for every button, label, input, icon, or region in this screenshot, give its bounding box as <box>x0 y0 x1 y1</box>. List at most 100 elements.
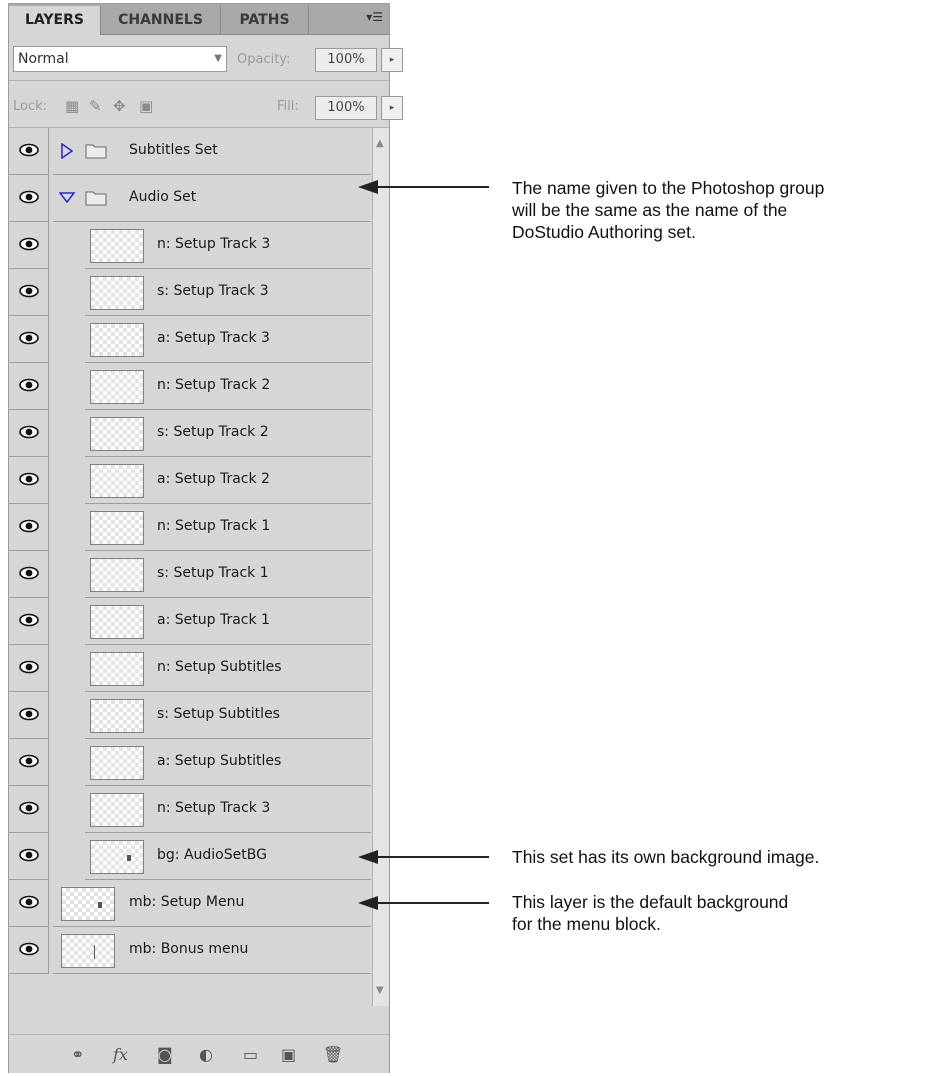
layer-content[interactable]: a: Setup Track 2 <box>85 457 371 504</box>
visibility-toggle[interactable] <box>9 363 49 410</box>
layer-group-row[interactable]: Audio Set <box>9 175 371 222</box>
new-group-icon[interactable]: ▭ <box>243 1045 258 1064</box>
layer-name: mb: Bonus menu <box>129 941 249 957</box>
layer-content[interactable]: a: Setup Track 1 <box>85 598 371 645</box>
layer-content[interactable]: a: Setup Subtitles <box>85 739 371 786</box>
layer-row[interactable]: n: Setup Subtitles <box>9 645 371 692</box>
layer-group-row[interactable]: Subtitles Set <box>9 128 371 175</box>
layer-thumbnail <box>90 229 144 263</box>
scroll-down-icon[interactable]: ▼ <box>376 985 384 996</box>
layer-name: n: Setup Track 1 <box>157 518 271 534</box>
layer-content[interactable]: s: Setup Track 3 <box>85 269 371 316</box>
tab-paths[interactable]: PATHS <box>221 6 309 34</box>
panel-menu-icon[interactable]: ▾☰ <box>366 10 383 24</box>
layer-content[interactable]: s: Setup Track 1 <box>85 551 371 598</box>
layer-row[interactable]: bg: AudioSetBG <box>9 833 371 880</box>
mask-icon[interactable]: ◙ <box>157 1045 173 1064</box>
visibility-toggle[interactable] <box>9 316 49 363</box>
visibility-toggle[interactable] <box>9 504 49 551</box>
chevron-down-icon: ▼ <box>214 53 222 64</box>
layer-row[interactable]: mb: Setup Menu <box>9 880 371 927</box>
layer-name: a: Setup Track 3 <box>157 330 270 346</box>
layer-content[interactable]: Subtitles Set <box>53 128 371 175</box>
annotation-line: The name given to the Photoshop group <box>512 178 825 198</box>
layer-content[interactable]: n: Setup Track 3 <box>85 786 371 833</box>
layer-row[interactable]: a: Setup Track 3 <box>9 316 371 363</box>
layer-content[interactable]: mb: Setup Menu <box>53 880 371 927</box>
arrow-head <box>358 180 378 194</box>
layers-panel: LAYERS CHANNELS PATHS ▾☰ Normal ▼ Opacit… <box>8 3 403 1073</box>
tab-channels[interactable]: CHANNELS <box>101 6 221 34</box>
layer-name: a: Setup Subtitles <box>157 753 282 769</box>
layer-row[interactable]: s: Setup Track 2 <box>9 410 371 457</box>
visibility-toggle[interactable] <box>9 927 49 974</box>
opacity-input[interactable]: 100% <box>315 48 377 72</box>
layer-content[interactable]: n: Setup Track 3 <box>85 222 371 269</box>
arrow-head <box>358 850 378 864</box>
layer-content[interactable]: mb: Bonus menu <box>53 927 371 974</box>
visibility-toggle[interactable] <box>9 410 49 457</box>
layer-thumbnail <box>90 840 144 874</box>
tab-layers[interactable]: LAYERS <box>9 6 101 35</box>
visibility-toggle[interactable] <box>9 128 49 175</box>
fx-icon[interactable]: fx <box>113 1045 128 1064</box>
visibility-toggle[interactable] <box>9 551 49 598</box>
layer-content[interactable]: bg: AudioSetBG <box>85 833 371 880</box>
visibility-toggle[interactable] <box>9 269 49 316</box>
blend-mode-select[interactable]: Normal ▼ <box>13 46 227 72</box>
layer-content[interactable]: s: Setup Subtitles <box>85 692 371 739</box>
visibility-toggle[interactable] <box>9 222 49 269</box>
layer-content[interactable]: n: Setup Track 1 <box>85 504 371 551</box>
layer-row[interactable]: s: Setup Subtitles <box>9 692 371 739</box>
lock-all-icon[interactable]: ▣ <box>139 97 153 115</box>
annotation-line: for the menu block. <box>512 914 661 934</box>
fill-input[interactable]: 100% <box>315 96 377 120</box>
scroll-up-icon[interactable]: ▲ <box>376 138 384 149</box>
layer-row[interactable]: n: Setup Track 1 <box>9 504 371 551</box>
layer-row[interactable]: a: Setup Track 2 <box>9 457 371 504</box>
eye-icon <box>19 613 39 627</box>
layer-row[interactable]: s: Setup Track 3 <box>9 269 371 316</box>
new-layer-icon[interactable]: ▣ <box>281 1045 296 1064</box>
visibility-toggle[interactable] <box>9 175 49 222</box>
layers-scrollbar[interactable]: ▲ ▼ <box>372 128 389 1006</box>
eye-icon <box>19 237 39 251</box>
layer-content[interactable]: s: Setup Track 2 <box>85 410 371 457</box>
layer-content[interactable]: Audio Set <box>53 175 371 222</box>
visibility-toggle[interactable] <box>9 645 49 692</box>
visibility-toggle[interactable] <box>9 692 49 739</box>
visibility-toggle[interactable] <box>9 457 49 504</box>
lock-pixels-icon[interactable]: ✎ <box>89 97 102 115</box>
trash-icon[interactable]: 🗑 <box>323 1045 343 1064</box>
layer-thumbnail <box>90 323 144 357</box>
visibility-toggle[interactable] <box>9 786 49 833</box>
layer-name: a: Setup Track 2 <box>157 471 270 487</box>
layer-row[interactable]: s: Setup Track 1 <box>9 551 371 598</box>
layer-content[interactable]: n: Setup Track 2 <box>85 363 371 410</box>
layer-name: n: Setup Track 3 <box>157 236 271 252</box>
layer-row[interactable]: n: Setup Track 3 <box>9 786 371 833</box>
layer-row[interactable]: n: Setup Track 2 <box>9 363 371 410</box>
layer-row[interactable]: mb: Bonus menu <box>9 927 371 974</box>
lock-transparency-icon[interactable]: ▦ <box>65 97 79 115</box>
layer-content[interactable]: n: Setup Subtitles <box>85 645 371 692</box>
eye-icon <box>19 425 39 439</box>
visibility-toggle[interactable] <box>9 880 49 927</box>
visibility-toggle[interactable] <box>9 739 49 786</box>
visibility-toggle[interactable] <box>9 598 49 645</box>
visibility-toggle[interactable] <box>9 833 49 880</box>
triangle-right-icon[interactable] <box>59 143 75 159</box>
thumbnail-mark <box>98 902 102 908</box>
layer-thumbnail <box>90 276 144 310</box>
blend-row: Normal ▼ Opacity: 100% ▸ <box>9 34 403 81</box>
triangle-down-icon[interactable] <box>59 190 75 206</box>
opacity-slider-button[interactable]: ▸ <box>381 48 403 72</box>
adjustment-icon[interactable]: ◐ <box>199 1045 213 1064</box>
layer-content[interactable]: a: Setup Track 3 <box>85 316 371 363</box>
lock-position-icon[interactable]: ✥ <box>113 97 126 115</box>
layer-row[interactable]: a: Setup Subtitles <box>9 739 371 786</box>
link-icon[interactable]: ⚭ <box>71 1045 84 1064</box>
layer-row[interactable]: n: Setup Track 3 <box>9 222 371 269</box>
layer-row[interactable]: a: Setup Track 1 <box>9 598 371 645</box>
fill-slider-button[interactable]: ▸ <box>381 96 403 120</box>
